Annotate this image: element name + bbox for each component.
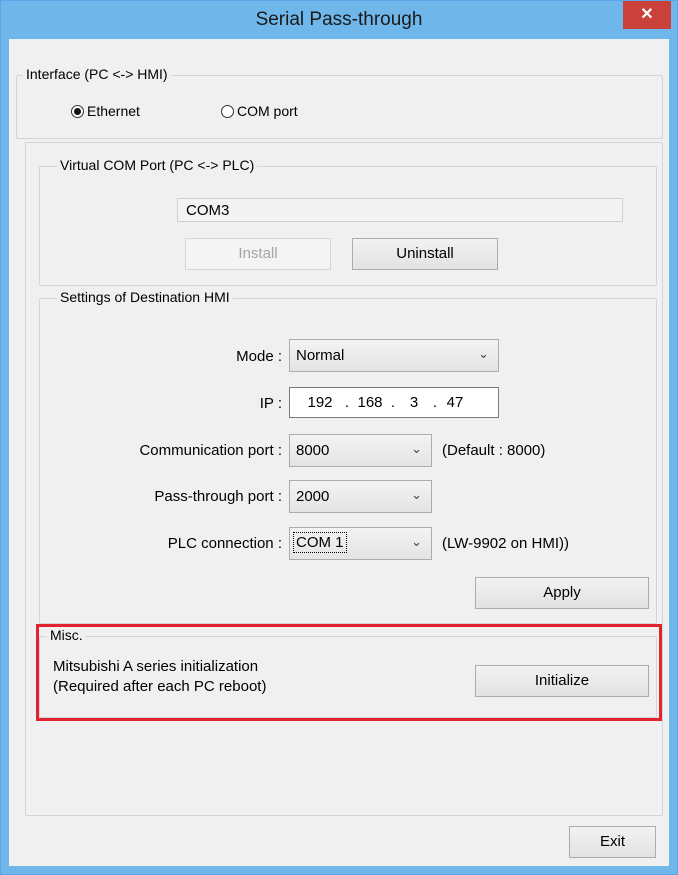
chevron-down-icon: ⌄ — [411, 487, 422, 502]
radio-com-port[interactable]: COM port — [221, 103, 298, 119]
pass-through-port-value: 2000 — [296, 488, 330, 505]
chevron-down-icon: ⌄ — [411, 534, 422, 549]
plc-connection-dropdown[interactable]: COM 1 ⌄ — [289, 527, 432, 560]
radio-com-port-label: COM port — [237, 103, 298, 119]
pass-through-port-label: Pass-through port : — [154, 488, 282, 505]
radio-ethernet[interactable]: Ethernet — [71, 103, 140, 119]
radio-unselected-icon — [221, 104, 234, 118]
radio-selected-icon — [71, 104, 84, 118]
communication-port-dropdown[interactable]: 8000 ⌄ — [289, 434, 432, 467]
serial-pass-through-window: Serial Pass-through ✕ Interface (PC <-> … — [0, 0, 678, 875]
close-button[interactable]: ✕ — [623, 1, 671, 29]
interface-group-label: Interface (PC <-> HMI) — [23, 66, 171, 82]
ip-address-field[interactable]: 192 . 168 . 3 . 47 — [289, 387, 499, 418]
exit-button[interactable]: Exit — [569, 826, 656, 858]
dialog-client-area: Interface (PC <-> HMI) Ethernet COM port… — [9, 39, 669, 866]
communication-port-label: Communication port : — [139, 442, 282, 459]
chevron-down-icon: ⌄ — [411, 441, 422, 456]
plc-connection-note: (LW-9902 on HMI)) — [442, 535, 569, 552]
mode-label: Mode : — [236, 348, 282, 365]
highlight-box — [36, 624, 662, 721]
communication-port-note: (Default : 8000) — [442, 442, 546, 459]
virtual-com-group — [39, 166, 657, 286]
ip-octet-3[interactable]: 3 — [396, 394, 432, 411]
plc-connection-value: COM 1 — [293, 532, 347, 553]
ip-octet-4[interactable]: 47 — [438, 394, 472, 411]
mode-value: Normal — [296, 347, 345, 364]
pass-through-port-dropdown[interactable]: 2000 ⌄ — [289, 480, 432, 513]
ip-octet-1[interactable]: 192 — [296, 394, 344, 411]
title-bar[interactable]: Serial Pass-through ✕ — [1, 1, 677, 39]
plc-connection-label: PLC connection : — [167, 535, 282, 552]
virtual-com-group-label: Virtual COM Port (PC <-> PLC) — [57, 157, 258, 173]
virtual-com-port-field[interactable]: COM3 — [177, 198, 623, 222]
ip-octet-2[interactable]: 168 — [350, 394, 390, 411]
window-title: Serial Pass-through — [255, 9, 423, 30]
close-icon: ✕ — [640, 6, 654, 23]
radio-ethernet-label: Ethernet — [87, 103, 140, 119]
uninstall-button[interactable]: Uninstall — [352, 238, 498, 270]
communication-port-value: 8000 — [296, 442, 330, 459]
install-button[interactable]: Install — [185, 238, 331, 270]
ip-label: IP : — [259, 395, 282, 412]
destination-hmi-group-label: Settings of Destination HMI — [57, 289, 233, 305]
chevron-down-icon: ⌄ — [478, 346, 489, 361]
mode-dropdown[interactable]: Normal ⌄ — [289, 339, 499, 372]
apply-button[interactable]: Apply — [475, 577, 649, 609]
